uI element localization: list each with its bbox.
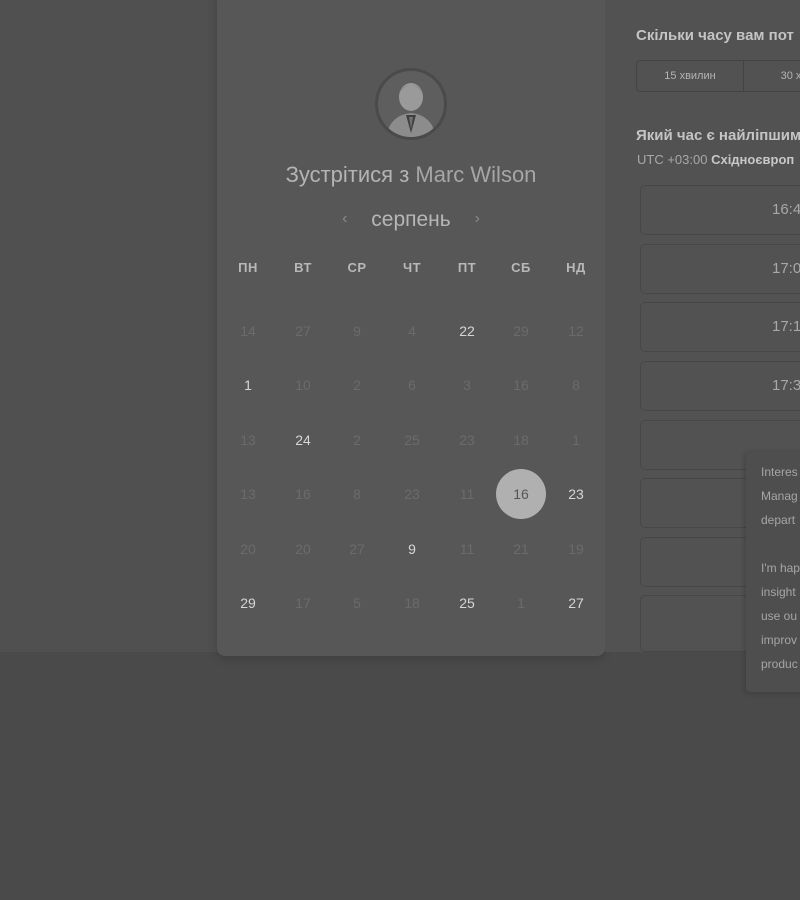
calendar-day: 11: [459, 541, 475, 557]
time-slot-button[interactable]: 17:0: [640, 244, 800, 294]
calendar-day[interactable]: 23: [551, 469, 601, 519]
weekday-label: ЧТ: [402, 260, 422, 275]
calendar-day: 13: [240, 432, 256, 448]
calendar-day: 23: [404, 486, 420, 502]
calendar-day: 27: [295, 323, 311, 339]
weekday-label: СБ: [511, 260, 531, 275]
calendar-day: 10: [295, 377, 311, 393]
calendar-day: 2: [353, 432, 361, 448]
time-slot-button[interactable]: 16:4: [640, 185, 800, 235]
duration-option-30[interactable]: 30 хви: [744, 61, 800, 91]
weekday-label: СР: [347, 260, 367, 275]
calendar-day: 3: [463, 377, 471, 393]
calendar-day: 11: [459, 486, 475, 502]
calendar-day: 29: [513, 323, 529, 339]
timezone-line[interactable]: UTC +03:00 Східноєвроп: [637, 152, 794, 167]
weekday-label: ВТ: [294, 260, 312, 275]
calendar-day[interactable]: 25: [442, 578, 492, 628]
calendar-day: 16: [295, 486, 311, 502]
weekday-label: НД: [566, 260, 586, 275]
meeting-title-prefix: Зустрітися з: [285, 162, 410, 187]
weekday-label: ПН: [238, 260, 258, 275]
calendar-day: 20: [240, 541, 256, 557]
host-name: Marc Wilson: [415, 162, 537, 187]
calendar-day: 9: [353, 323, 361, 339]
calendar-day[interactable]: 27: [551, 578, 601, 628]
time-slot-button[interactable]: 17:1: [640, 302, 800, 352]
calendar-day[interactable]: 22: [442, 306, 492, 356]
meeting-title: Зустрітися з Marc Wilson: [217, 162, 605, 188]
month-label: серпень: [371, 208, 451, 231]
calendar-day[interactable]: 29: [223, 578, 273, 628]
weekday-label: ПТ: [457, 260, 477, 275]
calendar-day: 5: [353, 595, 361, 611]
duration-question: Скільки часу вам пот: [636, 27, 794, 44]
host-bio-text: Interes Manag depart I'm hap insight use…: [761, 465, 800, 671]
calendar-day: 4: [408, 323, 416, 339]
timezone-name: Східноєвроп: [711, 152, 795, 167]
calendar-day: 8: [353, 486, 361, 502]
calendar-day: 18: [404, 595, 420, 611]
calendar-day: 14: [240, 323, 256, 339]
calendar-day: 1: [517, 595, 525, 611]
chevron-left-icon[interactable]: ‹: [330, 210, 359, 228]
calendar-day: 27: [349, 541, 365, 557]
calendar-day[interactable]: 1: [223, 360, 273, 410]
chevron-right-icon[interactable]: ›: [463, 210, 492, 228]
duration-option-15[interactable]: 15 хвилин: [637, 61, 744, 91]
calendar-day[interactable]: 9: [387, 524, 437, 574]
timezone-offset: UTC +03:00: [637, 152, 708, 167]
host-avatar: [375, 68, 447, 140]
calendar-day: 12: [568, 323, 584, 339]
month-navigation: ‹ серпень ›: [217, 208, 605, 232]
calendar-day: 18: [513, 432, 529, 448]
duration-selector: 15 хвилин 30 хви: [636, 60, 800, 92]
calendar-day: 19: [568, 541, 584, 557]
calendar-day[interactable]: 24: [278, 415, 328, 465]
calendar-day: 25: [404, 432, 420, 448]
time-slot-button[interactable]: 17:3: [640, 361, 800, 411]
calendar-day: 16: [513, 377, 529, 393]
calendar-day: 23: [459, 432, 475, 448]
calendar-day: 21: [513, 541, 529, 557]
selected-day[interactable]: 16: [496, 469, 546, 519]
calendar-card: Зустрітися з Marc Wilson ‹ серпень › ПН В…: [217, 0, 605, 656]
calendar-day: 8: [572, 377, 580, 393]
calendar-day: 2: [353, 377, 361, 393]
calendar-day: 20: [295, 541, 311, 557]
calendar-day: 6: [408, 377, 416, 393]
time-question: Який час є найліпшим: [636, 127, 800, 144]
calendar-day: 13: [240, 486, 256, 502]
calendar-day: 1: [572, 432, 580, 448]
calendar-day: 17: [295, 595, 311, 611]
